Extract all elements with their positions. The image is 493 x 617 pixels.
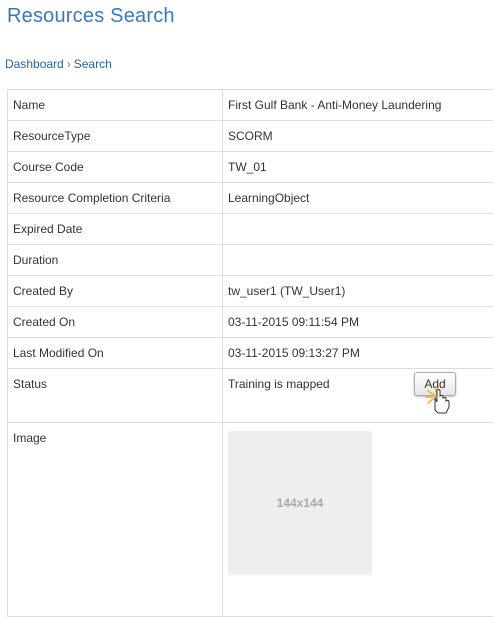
breadcrumb-separator: › <box>67 57 71 71</box>
table-row: Expired Date <box>8 214 493 245</box>
breadcrumb-current: Search <box>74 57 112 71</box>
row-value: LearningObject <box>223 183 493 214</box>
row-value: TW_01 <box>223 152 493 183</box>
row-label: Expired Date <box>8 214 223 245</box>
table-row: Course Code TW_01 <box>8 152 493 183</box>
image-row: Image 144x144 <box>8 423 493 617</box>
row-value: SCORM <box>223 121 493 152</box>
row-label: Name <box>8 90 223 121</box>
row-label: Duration <box>8 245 223 276</box>
page-title: Resources Search <box>7 5 175 28</box>
image-cell: 144x144 <box>223 423 493 617</box>
image-placeholder: 144x144 <box>228 431 372 575</box>
image-placeholder-text: 144x144 <box>277 496 324 510</box>
row-label: Created On <box>8 307 223 338</box>
row-value: 03-11-2015 09:13:27 PM <box>223 338 493 369</box>
row-value: tw_user1 (TW_User1) <box>223 276 493 307</box>
image-label: Image <box>8 423 223 617</box>
row-value: 03-11-2015 09:11:54 PM <box>223 307 493 338</box>
table-row: Last Modified On 03-11-2015 09:13:27 PM <box>8 338 493 369</box>
table-row: Name First Gulf Bank - Anti-Money Launde… <box>8 90 493 121</box>
row-label: Course Code <box>8 152 223 183</box>
table-row: Created By tw_user1 (TW_User1) <box>8 276 493 307</box>
status-row: Status Training is mapped Add <box>8 369 493 423</box>
add-button[interactable]: Add <box>414 372 456 396</box>
breadcrumb: Dashboard › Search <box>5 57 112 71</box>
table-row: Resource Completion Criteria LearningObj… <box>8 183 493 214</box>
breadcrumb-dashboard-link[interactable]: Dashboard <box>5 57 64 71</box>
status-wrapper: Training is mapped Add <box>228 377 493 407</box>
table-row: Duration <box>8 245 493 276</box>
resource-details-table: Name First Gulf Bank - Anti-Money Launde… <box>7 89 493 617</box>
table-row: ResourceType SCORM <box>8 121 493 152</box>
row-label: Resource Completion Criteria <box>8 183 223 214</box>
row-value: First Gulf Bank - Anti-Money Laundering <box>223 90 493 121</box>
row-label: Last Modified On <box>8 338 223 369</box>
table-row: Created On 03-11-2015 09:11:54 PM <box>8 307 493 338</box>
row-value <box>223 214 493 245</box>
status-cell: Training is mapped Add <box>223 369 493 423</box>
row-label: Created By <box>8 276 223 307</box>
row-label: ResourceType <box>8 121 223 152</box>
status-value: Training is mapped <box>228 377 330 391</box>
row-value <box>223 245 493 276</box>
status-label: Status <box>8 369 223 423</box>
